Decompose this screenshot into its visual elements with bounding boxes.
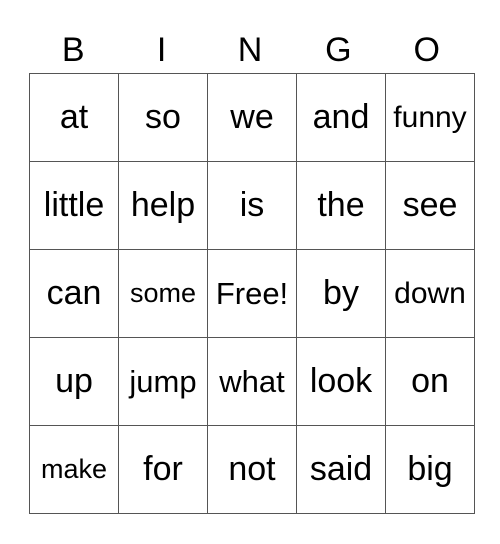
card-row: make for not said big xyxy=(29,425,475,514)
card-cell[interactable]: look xyxy=(296,337,386,426)
card-cell[interactable]: is xyxy=(207,161,297,250)
free-space-cell[interactable]: Free! xyxy=(207,249,297,338)
card-cell[interactable]: some xyxy=(118,249,208,338)
card-cell[interactable]: on xyxy=(385,337,475,426)
header-letter-o: O xyxy=(413,31,440,69)
card-cell[interactable]: can xyxy=(29,249,119,338)
card-row: up jump what look on xyxy=(29,337,475,426)
card-cell[interactable]: not xyxy=(207,425,297,514)
card-cell[interactable]: jump xyxy=(118,337,208,426)
card-cell[interactable]: big xyxy=(385,425,475,514)
card-cell[interactable]: the xyxy=(296,161,386,250)
card-cell[interactable]: down xyxy=(385,249,475,338)
card-cell[interactable]: help xyxy=(118,161,208,250)
card-cell[interactable]: we xyxy=(207,73,297,162)
card-cell[interactable]: up xyxy=(29,337,119,426)
bingo-header: B I N G O xyxy=(29,30,471,70)
card-cell[interactable]: at xyxy=(29,73,119,162)
card-row: can some Free! by down xyxy=(29,249,475,338)
card-cell[interactable]: little xyxy=(29,161,119,250)
card-cell[interactable]: what xyxy=(207,337,297,426)
card-cell[interactable]: make xyxy=(29,425,119,514)
header-letter-b: B xyxy=(61,31,85,69)
card-cell[interactable]: by xyxy=(296,249,386,338)
card-row: at so we and funny xyxy=(29,73,475,162)
card-cell[interactable]: for xyxy=(118,425,208,514)
header-letter-n: N xyxy=(237,31,263,69)
card-cell[interactable]: so xyxy=(118,73,208,162)
header-letter-i: I xyxy=(156,31,167,69)
card-cell[interactable]: funny xyxy=(385,73,475,162)
card-row: little help is the see xyxy=(29,161,475,250)
card-cell[interactable]: and xyxy=(296,73,386,162)
bingo-card-grid: at so we and funny little help is the se… xyxy=(29,73,475,514)
header-letter-g: G xyxy=(325,31,352,69)
card-cell[interactable]: said xyxy=(296,425,386,514)
card-cell[interactable]: see xyxy=(385,161,475,250)
